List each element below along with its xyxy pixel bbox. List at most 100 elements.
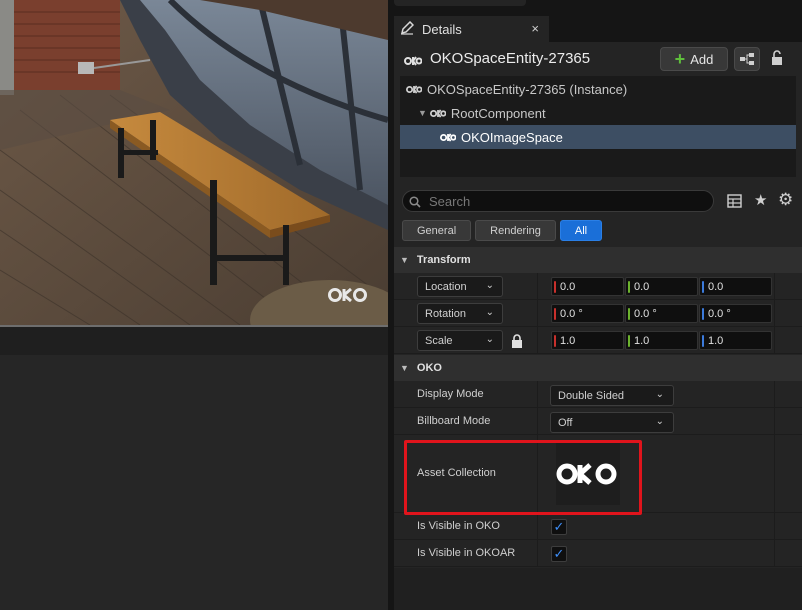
tree-item-label: OKOImageSpace <box>461 129 563 145</box>
field-value: 0.0 ° <box>708 307 731 320</box>
row-rotation: Rotation ⌄ 0.0 ° 0.0 ° 0.0 ° <box>394 300 802 327</box>
tree-item-label: OKOSpaceEntity-27365 (Instance) <box>427 81 628 97</box>
chevron-down-icon: ⌄ <box>485 280 494 291</box>
chevron-down-icon: ⌄ <box>485 334 494 345</box>
tree-item-label: RootComponent <box>450 105 546 121</box>
visible-okoar-label: Is Visible in OKOAR <box>417 547 516 559</box>
tree-item-okoimagespace[interactable]: OKOImageSpace <box>400 125 796 149</box>
top-strip <box>394 0 802 16</box>
scale-dropdown[interactable]: Scale ⌄ <box>417 330 503 351</box>
collapse-arrow-icon: ▼ <box>400 363 409 373</box>
chevron-down-icon: ⌄ <box>655 416 664 427</box>
row-asset-collection: Asset Collection <box>394 435 802 513</box>
gear-icon[interactable]: ⚙ <box>778 190 793 210</box>
tab-details[interactable]: Details × <box>394 16 549 42</box>
dropdown-value: Double Sided <box>558 389 625 402</box>
add-label: Add <box>690 51 714 67</box>
entity-header: OKOSpaceEntity-27365 + Add <box>394 42 802 76</box>
unlock-icon[interactable] <box>770 50 784 71</box>
panel-empty-area <box>394 568 802 610</box>
empty-panel-area <box>0 355 388 610</box>
entity-icon <box>404 53 423 71</box>
tree-item-rootcomponent[interactable]: ▼ RootComponent <box>400 101 796 125</box>
display-mode-dropdown[interactable]: Double Sided ⌄ <box>550 385 674 406</box>
visible-oko-checkbox[interactable]: ✓ <box>551 519 567 535</box>
filter-rendering[interactable]: Rendering <box>475 220 556 241</box>
viewport-toolbar <box>0 327 388 355</box>
field-value: 1.0 <box>634 334 650 347</box>
chevron-down-icon: ⌄ <box>655 389 664 400</box>
dropdown-value: Off <box>558 416 573 429</box>
billboard-mode-dropdown[interactable]: Off ⌄ <box>550 412 674 433</box>
asset-collection-thumbnail[interactable] <box>556 443 620 505</box>
collapse-arrow-icon: ▼ <box>400 255 409 265</box>
level-viewport[interactable] <box>0 0 388 325</box>
field-value: 0.0 ° <box>560 307 583 320</box>
field-value: 1.0 <box>560 334 576 347</box>
oko-logo-icon <box>556 463 617 485</box>
row-billboard-mode: Billboard Mode Off ⌄ <box>394 408 802 435</box>
add-component-button[interactable]: + Add <box>660 47 728 71</box>
section-transform[interactable]: ▼ Transform <box>394 247 802 273</box>
plus-icon: + <box>674 49 686 69</box>
location-x-field[interactable]: 0.0 <box>551 277 624 296</box>
location-z-field[interactable]: 0.0 <box>699 277 772 296</box>
filter-tabs: General Rendering All <box>402 220 603 241</box>
dropdown-label: Location <box>425 280 467 293</box>
dropdown-label: Scale <box>425 334 453 347</box>
scale-x-field[interactable]: 1.0 <box>551 331 624 350</box>
section-title: Transform <box>416 254 471 266</box>
pencil-icon <box>400 20 416 37</box>
search-input[interactable] <box>402 190 714 212</box>
row-visible-oko: Is Visible in OKO ✓ <box>394 513 802 540</box>
filter-general[interactable]: General <box>402 220 472 241</box>
hierarchy-icon <box>740 53 754 65</box>
close-icon[interactable]: × <box>531 21 539 36</box>
entity-name: OKOSpaceEntity-27365 <box>430 50 591 67</box>
tab-strip <box>549 16 802 42</box>
section-oko[interactable]: ▼ OKO <box>394 355 802 381</box>
tab-label: Details <box>422 21 462 37</box>
expand-arrow-icon[interactable]: ▼ <box>418 108 427 118</box>
row-display-mode: Display Mode Double Sided ⌄ <box>394 381 802 408</box>
entity-icon <box>406 84 422 94</box>
billboard-mode-label: Billboard Mode <box>417 415 491 427</box>
component-icon <box>440 132 456 142</box>
scale-z-field[interactable]: 1.0 <box>699 331 772 350</box>
blueprint-hierarchy-button[interactable] <box>734 47 760 71</box>
tree-item-instance[interactable]: OKOSpaceEntity-27365 (Instance) <box>400 77 796 101</box>
property-matrix-icon[interactable] <box>727 194 742 213</box>
asset-collection-label: Asset Collection <box>417 467 496 479</box>
details-panel: Details × OKOSpaceEntity-27365 + Add OKO… <box>394 0 802 610</box>
location-y-field[interactable]: 0.0 <box>625 277 698 296</box>
chevron-down-icon: ⌄ <box>485 307 494 318</box>
search-icon <box>409 195 421 213</box>
rotation-z-field[interactable]: 0.0 ° <box>699 304 772 323</box>
row-scale: Scale ⌄ 1.0 1.0 1.0 <box>394 327 802 354</box>
field-value: 0.0 ° <box>634 307 657 320</box>
display-mode-label: Display Mode <box>417 388 484 400</box>
field-value: 0.0 <box>634 280 650 293</box>
rotation-x-field[interactable]: 0.0 ° <box>551 304 624 323</box>
section-title: OKO <box>416 362 442 374</box>
star-icon[interactable]: ★ <box>754 191 767 209</box>
component-tree: OKOSpaceEntity-27365 (Instance) ▼ RootCo… <box>400 76 796 177</box>
oko-watermark-icon <box>328 286 368 304</box>
scale-y-field[interactable]: 1.0 <box>625 331 698 350</box>
dropdown-label: Rotation <box>425 307 466 320</box>
viewport-scene <box>0 0 388 325</box>
lock-icon[interactable] <box>511 334 523 353</box>
filter-all[interactable]: All <box>559 220 603 241</box>
field-value: 1.0 <box>708 334 724 347</box>
field-value: 0.0 <box>708 280 724 293</box>
row-visible-okoar: Is Visible in OKOAR ✓ <box>394 540 802 567</box>
visible-oko-label: Is Visible in OKO <box>417 520 500 532</box>
row-location: Location ⌄ 0.0 0.0 0.0 <box>394 273 802 300</box>
visible-okoar-checkbox[interactable]: ✓ <box>551 546 567 562</box>
location-dropdown[interactable]: Location ⌄ <box>417 276 503 297</box>
field-value: 0.0 <box>560 280 576 293</box>
rotation-dropdown[interactable]: Rotation ⌄ <box>417 303 503 324</box>
search-bar: ★ ⚙ <box>394 188 802 214</box>
component-icon <box>429 108 446 118</box>
rotation-y-field[interactable]: 0.0 ° <box>625 304 698 323</box>
